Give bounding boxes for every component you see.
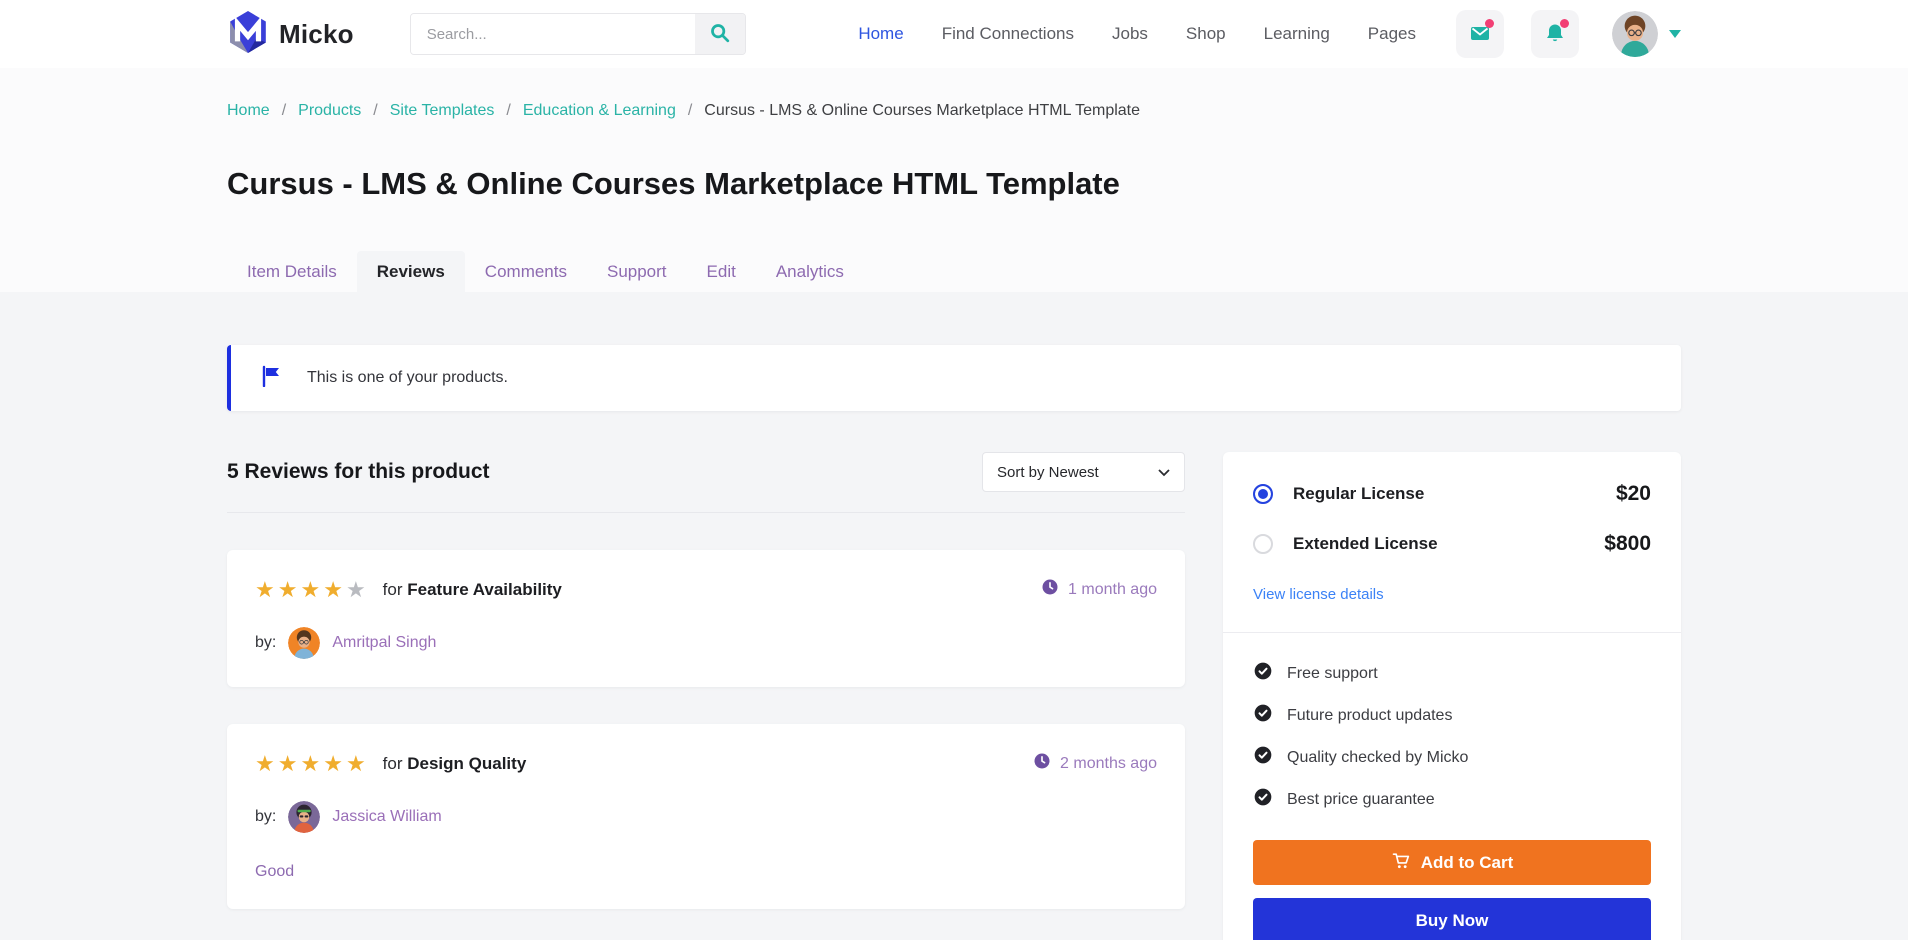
flag-icon — [261, 365, 281, 392]
owner-notice-banner: This is one of your products. — [227, 345, 1681, 411]
main-content: This is one of your products. 5 Reviews … — [0, 292, 1908, 940]
tab-item-details[interactable]: Item Details — [227, 251, 357, 292]
buy-now-button[interactable]: Buy Now — [1253, 898, 1651, 940]
star-rating: ★★★★★ — [255, 750, 369, 776]
notifications-badge — [1560, 19, 1569, 28]
license-sidebar: Regular License $20 Extended License $80… — [1223, 452, 1681, 940]
reviews-heading: 5 Reviews for this product — [227, 460, 490, 483]
review-category: for Design Quality — [382, 753, 527, 773]
by-label: by: — [255, 808, 277, 825]
nav-item-find-connections[interactable]: Find Connections — [942, 24, 1074, 44]
tab-comments[interactable]: Comments — [465, 251, 587, 292]
check-circle-icon — [1253, 661, 1273, 686]
messages-badge — [1485, 19, 1494, 28]
micko-logo-icon — [227, 10, 269, 59]
breadcrumb-current: Cursus - LMS & Online Courses Marketplac… — [704, 102, 1141, 119]
check-circle-icon — [1253, 703, 1273, 728]
sort-dropdown[interactable]: Sort by Newest — [982, 452, 1185, 492]
license-name: Extended License — [1293, 534, 1438, 553]
cart-icon — [1391, 850, 1411, 875]
radio-regular-license[interactable] — [1253, 484, 1273, 504]
breadcrumb-separator: / — [506, 102, 511, 119]
search-icon — [709, 22, 731, 47]
search-input[interactable] — [410, 14, 695, 54]
main-nav: Home Find Connections Jobs Shop Learning… — [858, 24, 1416, 44]
breadcrumb-home[interactable]: Home — [227, 102, 270, 120]
reviewer-avatar[interactable] — [288, 627, 321, 659]
top-header: Micko Home Find Connections Jobs Shop Le… — [0, 0, 1908, 68]
notifications-button[interactable] — [1531, 10, 1579, 58]
nav-item-learning[interactable]: Learning — [1264, 24, 1330, 44]
reviewer-name-link[interactable]: Jassica William — [332, 808, 441, 826]
owner-notice-text: This is one of your products. — [307, 369, 508, 386]
breadcrumb-separator: / — [373, 102, 378, 119]
tab-reviews[interactable]: Reviews — [356, 251, 465, 292]
license-name: Regular License — [1293, 484, 1425, 503]
review-comment: Good — [255, 863, 295, 880]
feature-item: Best price guarantee — [1253, 787, 1651, 812]
review-category: for Feature Availability — [382, 579, 562, 599]
license-price: $800 — [1604, 532, 1651, 555]
sidebar-divider — [1223, 632, 1681, 633]
page-head-section: Home / Products / Site Templates / Educa… — [0, 68, 1908, 292]
add-to-cart-button[interactable]: Add to Cart — [1253, 840, 1651, 885]
feature-item: Free support — [1253, 661, 1651, 686]
tab-edit[interactable]: Edit — [687, 251, 756, 292]
brand-logo[interactable]: Micko — [227, 10, 354, 59]
check-circle-icon — [1253, 787, 1273, 812]
reviews-column: 5 Reviews for this product Sort by Newes… — [227, 452, 1185, 909]
license-option-regular[interactable]: Regular License $20 — [1253, 482, 1651, 506]
license-option-extended[interactable]: Extended License $800 — [1253, 532, 1651, 556]
license-price: $20 — [1615, 482, 1651, 505]
reviews-divider — [227, 512, 1185, 513]
reviewer-avatar[interactable] — [288, 801, 321, 833]
check-circle-icon — [1253, 745, 1273, 770]
chevron-down-icon — [1669, 30, 1681, 38]
clock-icon — [1033, 752, 1051, 775]
star-rating: ★★★★★ — [255, 576, 369, 602]
breadcrumb: Home / Products / Site Templates / Educa… — [227, 102, 1681, 120]
feature-item: Future product updates — [1253, 703, 1651, 728]
by-label: by: — [255, 634, 277, 651]
breadcrumb-separator: / — [281, 102, 287, 119]
nav-item-jobs[interactable]: Jobs — [1112, 24, 1148, 44]
radio-extended-license[interactable] — [1253, 534, 1273, 554]
review-timestamp: 1 month ago — [1041, 578, 1157, 601]
feature-item: Quality checked by Micko — [1253, 745, 1651, 770]
user-menu[interactable] — [1612, 11, 1681, 57]
nav-item-shop[interactable]: Shop — [1186, 24, 1226, 44]
brand-name: Micko — [279, 18, 354, 49]
breadcrumb-products[interactable]: Products — [298, 102, 361, 120]
clock-icon — [1041, 578, 1059, 601]
product-tabs: Item Details Reviews Comments Support Ed… — [227, 251, 1681, 292]
view-license-details-link[interactable]: View license details — [1253, 586, 1384, 603]
nav-item-pages[interactable]: Pages — [1368, 24, 1416, 44]
review-timestamp: 2 months ago — [1033, 752, 1157, 775]
breadcrumb-education-learning[interactable]: Education & Learning — [523, 102, 676, 120]
reviewer-name-link[interactable]: Amritpal Singh — [332, 634, 436, 652]
messages-button[interactable] — [1456, 10, 1504, 58]
sort-selected-value: Sort by Newest — [997, 463, 1099, 481]
review-card: ★★★★★ for Feature Availability 1 month a… — [227, 550, 1185, 687]
breadcrumb-separator: / — [687, 102, 693, 119]
user-avatar — [1612, 11, 1658, 57]
search-bar — [409, 13, 746, 55]
review-card: ★★★★★ for Design Quality 2 months ago by… — [227, 724, 1185, 909]
tab-analytics[interactable]: Analytics — [756, 251, 864, 292]
page-title: Cursus - LMS & Online Courses Marketplac… — [227, 166, 1120, 201]
nav-item-home[interactable]: Home — [858, 24, 903, 44]
select-chevron-icon — [1158, 464, 1170, 481]
tab-support[interactable]: Support — [587, 251, 687, 292]
header-icons — [1456, 10, 1681, 58]
search-button[interactable] — [694, 14, 745, 54]
breadcrumb-site-templates[interactable]: Site Templates — [390, 102, 495, 120]
